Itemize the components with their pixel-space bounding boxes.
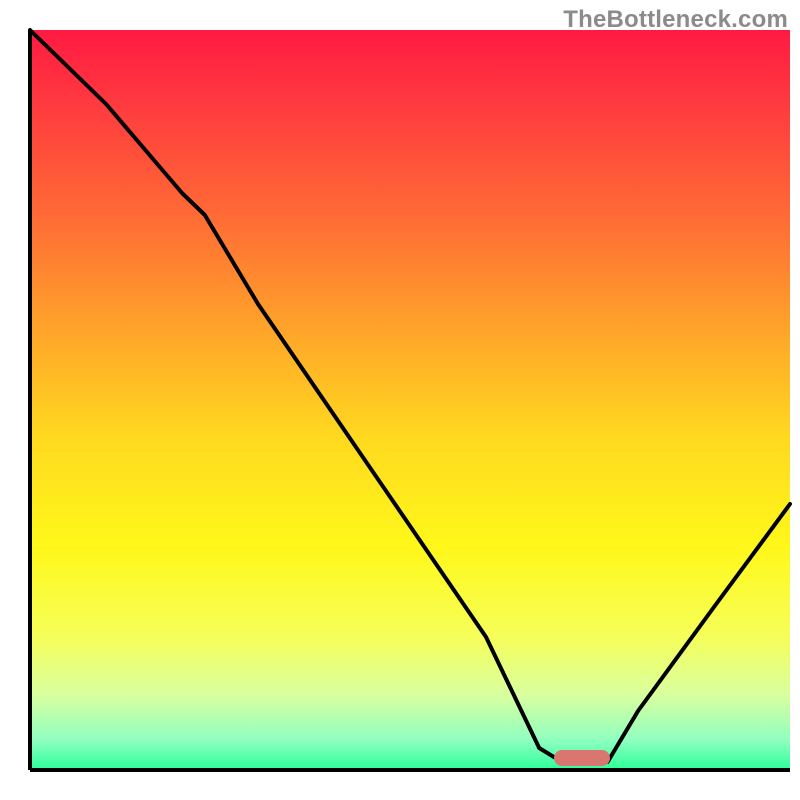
sweet-spot-marker bbox=[554, 750, 610, 766]
bottleneck-chart: TheBottleneck.com bbox=[0, 0, 800, 800]
chart-svg bbox=[0, 0, 800, 800]
watermark-text: TheBottleneck.com bbox=[563, 6, 788, 34]
